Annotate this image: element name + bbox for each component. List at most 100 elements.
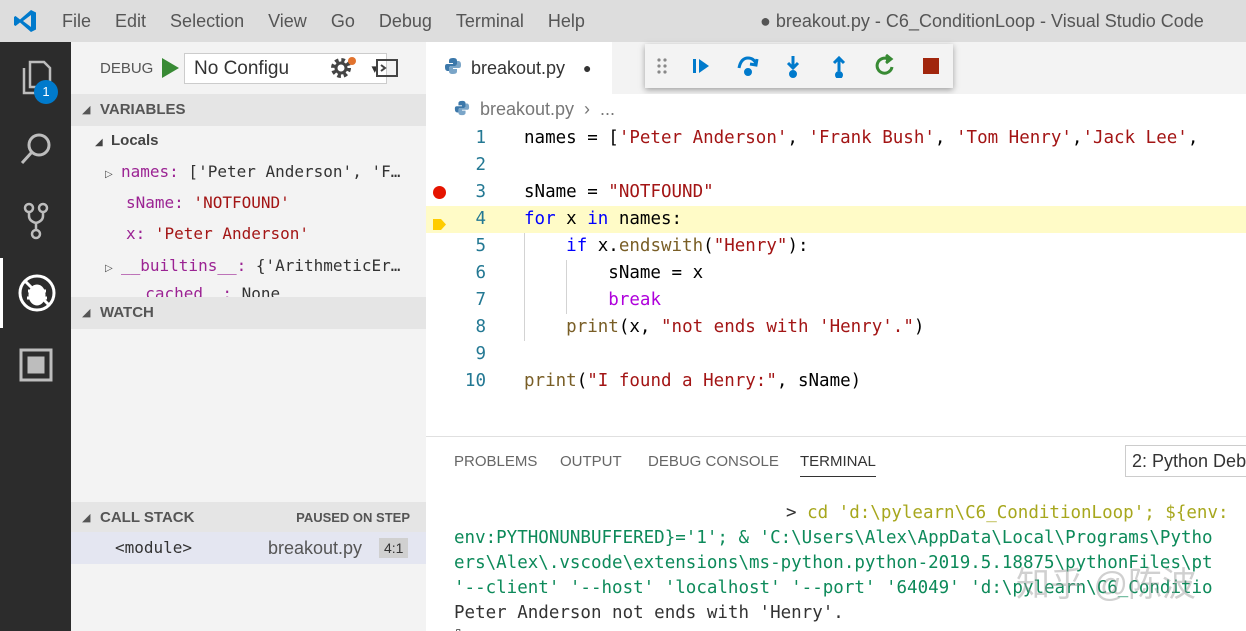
explorer-badge: 1	[34, 80, 58, 104]
terminal-instance-select[interactable]: 2: Python Deb	[1125, 445, 1246, 477]
code-line[interactable]: 8 print(x, "not ends with 'Henry'.")	[426, 314, 1246, 341]
callstack-section-header[interactable]: ◢ CALL STACK PAUSED ON STEP	[71, 502, 426, 534]
variable-names[interactable]: ▷ names: ['Peter Anderson', 'F…	[71, 156, 426, 187]
restart-icon[interactable]	[873, 53, 897, 78]
variable-value: 'NOTFOUND'	[183, 193, 290, 212]
dirty-indicator-icon[interactable]: ●	[583, 42, 591, 94]
continue-icon[interactable]	[689, 54, 713, 78]
drag-handle-icon[interactable]	[655, 54, 669, 78]
variable-sname[interactable]: sName: 'NOTFOUND'	[71, 187, 426, 218]
variable-name: sName:	[126, 193, 184, 212]
line-code: for x in names:	[524, 209, 683, 229]
code-line[interactable]: 5 if x.endswith("Henry"):	[426, 233, 1246, 260]
tab-terminal[interactable]: TERMINAL	[800, 453, 876, 477]
variable-name: __cached__:	[126, 284, 232, 297]
code-editor[interactable]: 1 names = ['Peter Anderson', 'Frank Bush'…	[426, 124, 1246, 434]
watch-title: WATCH	[100, 304, 154, 321]
code-line[interactable]: 9	[426, 341, 1246, 368]
code-line[interactable]: 2	[426, 152, 1246, 179]
code-line[interactable]: 3 sName = "NOTFOUND"	[426, 179, 1246, 206]
step-out-icon[interactable]	[827, 54, 851, 79]
line-number: 7	[475, 290, 486, 310]
line-number: 3	[475, 182, 486, 202]
locals-label: Locals	[111, 132, 159, 149]
menu-edit[interactable]: Edit	[103, 0, 158, 42]
variable-x[interactable]: x: 'Peter Anderson'	[71, 218, 426, 249]
menu-selection[interactable]: Selection	[158, 0, 256, 42]
menu-debug[interactable]: Debug	[367, 0, 444, 42]
vscode-logo-icon[interactable]	[0, 0, 50, 42]
chevron-down-icon: ◢	[82, 307, 91, 319]
code-line[interactable]: 7 break	[426, 287, 1246, 314]
stop-icon[interactable]	[919, 54, 943, 78]
terminal-prompt: >	[786, 503, 808, 523]
line-code: sName = x	[524, 263, 704, 283]
line-code: if x.endswith("Henry"):	[566, 236, 809, 256]
breakpoint-icon[interactable]	[433, 186, 446, 199]
launch-config-value: No Configu	[194, 58, 290, 79]
callstack-status: PAUSED ON STEP	[296, 510, 410, 525]
chevron-right-icon: ▷	[105, 263, 113, 274]
line-code: sName = "NOTFOUND"	[524, 182, 714, 202]
step-over-icon[interactable]	[735, 54, 759, 78]
terminal-cursor[interactable]: ▯	[454, 621, 462, 631]
line-number: 2	[475, 155, 486, 175]
bottom-panel: PROBLEMS OUTPUT DEBUG CONSOLE TERMINAL 2…	[426, 436, 1246, 631]
debug-icon[interactable]	[0, 258, 71, 328]
line-number: 9	[475, 344, 486, 364]
debug-sidebar: DEBUG No Configu ▾ ◢ VARIABLES ◢ Locals ▷…	[71, 42, 426, 631]
callstack-frame[interactable]: <module> breakout.py 4:1	[71, 532, 426, 564]
python-file-icon	[454, 100, 470, 121]
variable-name: names:	[121, 162, 179, 181]
frame-file: breakout.py	[268, 538, 363, 558]
source-control-icon[interactable]	[0, 186, 71, 256]
step-into-icon[interactable]	[781, 54, 805, 78]
line-code: break	[608, 290, 661, 310]
explorer-icon[interactable]: 1	[0, 42, 71, 112]
breadcrumb-more[interactable]: ...	[600, 94, 615, 124]
line-number: 4	[475, 209, 486, 229]
menu-terminal[interactable]: Terminal	[444, 0, 536, 42]
code-line[interactable]: 10 print("I found a Henry:", sName)	[426, 368, 1246, 395]
search-icon[interactable]	[0, 114, 71, 184]
start-debugging-button[interactable]	[159, 56, 181, 80]
python-file-icon	[444, 57, 462, 80]
menu-go[interactable]: Go	[319, 0, 367, 42]
extensions-icon[interactable]	[0, 330, 71, 400]
code-line[interactable]: 6 sName = x	[426, 260, 1246, 287]
breadcrumb-file[interactable]: breakout.py	[480, 94, 574, 124]
tab-problems[interactable]: PROBLEMS	[454, 453, 537, 470]
breadcrumb: breakout.py › ...	[426, 94, 1246, 124]
menu-file[interactable]: File	[50, 0, 103, 42]
tab-output[interactable]: OUTPUT	[560, 453, 622, 470]
line-code: print(x, "not ends with 'Henry'.")	[566, 317, 925, 337]
chevron-down-icon: ◢	[82, 512, 91, 524]
frame-name: <module>	[115, 538, 193, 557]
line-code: print("I found a Henry:", sName)	[524, 371, 862, 391]
watch-section-header[interactable]: ◢ WATCH	[71, 297, 426, 329]
line-number: 1	[475, 128, 486, 148]
variables-section-header[interactable]: ◢ VARIABLES	[71, 94, 426, 126]
tab-label: breakout.py	[471, 58, 566, 78]
chevron-right-icon: ▷	[105, 169, 113, 180]
menu-view[interactable]: View	[256, 0, 319, 42]
locals-scope[interactable]: ◢ Locals	[71, 125, 426, 156]
code-line[interactable]: 4 for x in names:	[426, 206, 1246, 233]
tab-debug-console[interactable]: DEBUG CONSOLE	[648, 453, 779, 470]
code-line[interactable]: 1 names = ['Peter Anderson', 'Frank Bush'…	[426, 125, 1246, 152]
variable-value: 'Peter Anderson'	[145, 224, 310, 243]
variable-cached[interactable]: __cached__: None	[71, 283, 426, 297]
breadcrumb-separator: ›	[584, 99, 590, 119]
debug-console-icon[interactable]	[375, 58, 399, 83]
variable-name: __builtins__:	[121, 256, 247, 275]
chevron-down-icon: ◢	[95, 137, 103, 148]
debug-title: DEBUG	[100, 60, 154, 77]
gear-icon[interactable]	[329, 55, 357, 86]
terminal-command: cd 'd:\pylearn\C6_ConditionLoop'; ${env:	[807, 503, 1229, 523]
menu-help[interactable]: Help	[536, 0, 597, 42]
variables-title: VARIABLES	[100, 101, 186, 118]
variable-builtins[interactable]: ▷ __builtins__: {'ArithmeticEr…	[71, 250, 426, 281]
line-code: names = ['Peter Anderson', 'Frank Bush',…	[524, 128, 1199, 148]
frame-position-badge: 4:1	[379, 538, 409, 558]
tab-breakout-py[interactable]: breakout.py ●	[426, 42, 612, 94]
